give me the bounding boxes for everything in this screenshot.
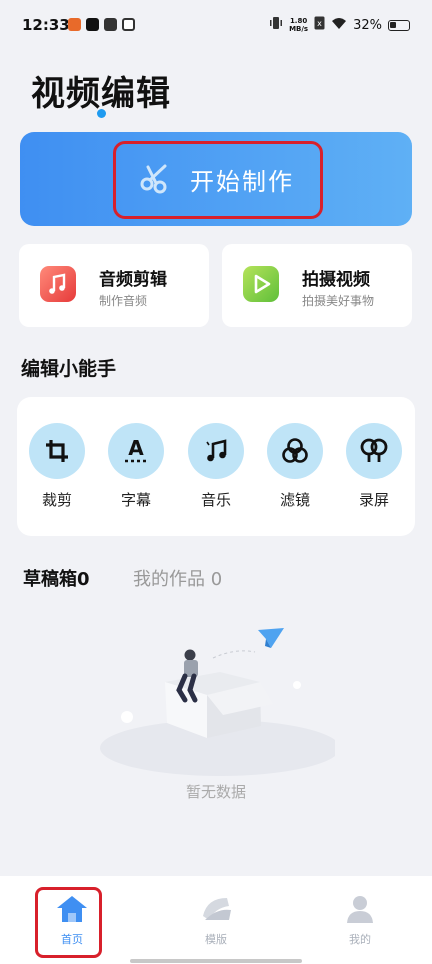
music-file-icon — [40, 266, 76, 302]
network-speed: 1.80 MB/s — [289, 17, 309, 33]
shoot-video-title: 拍摄视频 — [302, 270, 370, 290]
notification-app-icon — [68, 18, 81, 31]
tools-section-title: 编辑小能手 — [21, 358, 117, 380]
tab-my-works[interactable]: 我的作品 0 — [133, 565, 222, 591]
battery-percent: 32% — [353, 17, 382, 33]
nav-template[interactable]: 模版 — [176, 894, 256, 947]
tab-drafts[interactable]: 草稿箱0 — [23, 565, 90, 591]
tool-music[interactable]: 音乐 — [188, 423, 244, 510]
nav-home[interactable]: 首页 — [32, 894, 112, 947]
svg-text:x: x — [317, 19, 322, 28]
tool-subtitle-label: 字幕 — [120, 491, 151, 509]
tiktok-icon — [86, 18, 99, 31]
status-bar: 12:33 1.80 MB/s x 32% — [0, 0, 432, 52]
svg-text:A: A — [128, 436, 144, 460]
home-icon — [55, 896, 89, 928]
audio-edit-title: 音频剪辑 — [99, 270, 167, 290]
shoot-video-card[interactable]: 拍摄视频 拍摄美好事物 — [222, 244, 412, 327]
notification-app-icon — [122, 18, 135, 31]
video-play-icon — [243, 266, 279, 302]
battery-icon — [388, 19, 410, 31]
profile-icon — [343, 896, 377, 928]
screen-record-icon — [346, 423, 402, 479]
tool-filter[interactable]: 滤镜 — [267, 423, 323, 510]
crop-icon — [29, 423, 85, 479]
tool-subtitle[interactable]: A 字幕 — [108, 423, 164, 510]
page-title: 视频编辑 — [31, 74, 171, 114]
status-indicators: 1.80 MB/s x 32% — [269, 16, 410, 34]
tools-panel: 裁剪 A 字幕 音乐 滤镜 录屏 — [17, 397, 415, 536]
start-creating-button[interactable]: 开始制作 — [20, 132, 412, 226]
tool-music-label: 音乐 — [200, 491, 231, 509]
home-indicator-bar[interactable] — [130, 959, 302, 963]
empty-state-text: 暂无数据 — [185, 783, 246, 801]
tool-screen-record-label: 录屏 — [358, 491, 389, 509]
nav-profile[interactable]: 我的 — [320, 894, 400, 947]
subtitle-icon: A — [108, 423, 164, 479]
tool-filter-label: 滤镜 — [279, 491, 310, 509]
status-time: 12:33 — [22, 16, 70, 34]
template-icon — [199, 898, 233, 928]
filter-icon — [267, 423, 323, 479]
annotation-highlight — [113, 141, 323, 219]
sim-icon: x — [314, 16, 325, 34]
tool-crop-label: 裁剪 — [41, 491, 72, 509]
audio-edit-card[interactable]: 音频剪辑 制作音频 — [19, 244, 209, 327]
tool-crop[interactable]: 裁剪 — [29, 423, 85, 510]
nav-profile-label: 我的 — [349, 933, 371, 946]
notification-app-icon — [104, 18, 117, 31]
tool-screen-record[interactable]: 录屏 — [346, 423, 402, 510]
shoot-video-subtitle: 拍摄美好事物 — [302, 294, 375, 308]
music-note-icon — [188, 423, 244, 479]
audio-edit-subtitle: 制作音频 — [99, 294, 148, 308]
title-indicator-dot — [97, 109, 106, 118]
bottom-nav: 首页 模版 我的 — [0, 876, 432, 964]
nav-home-label: 首页 — [61, 933, 83, 946]
nav-template-label: 模版 — [205, 933, 227, 946]
empty-state-illustration — [95, 620, 340, 785]
vibrate-icon — [269, 16, 283, 34]
wifi-icon — [331, 17, 347, 34]
